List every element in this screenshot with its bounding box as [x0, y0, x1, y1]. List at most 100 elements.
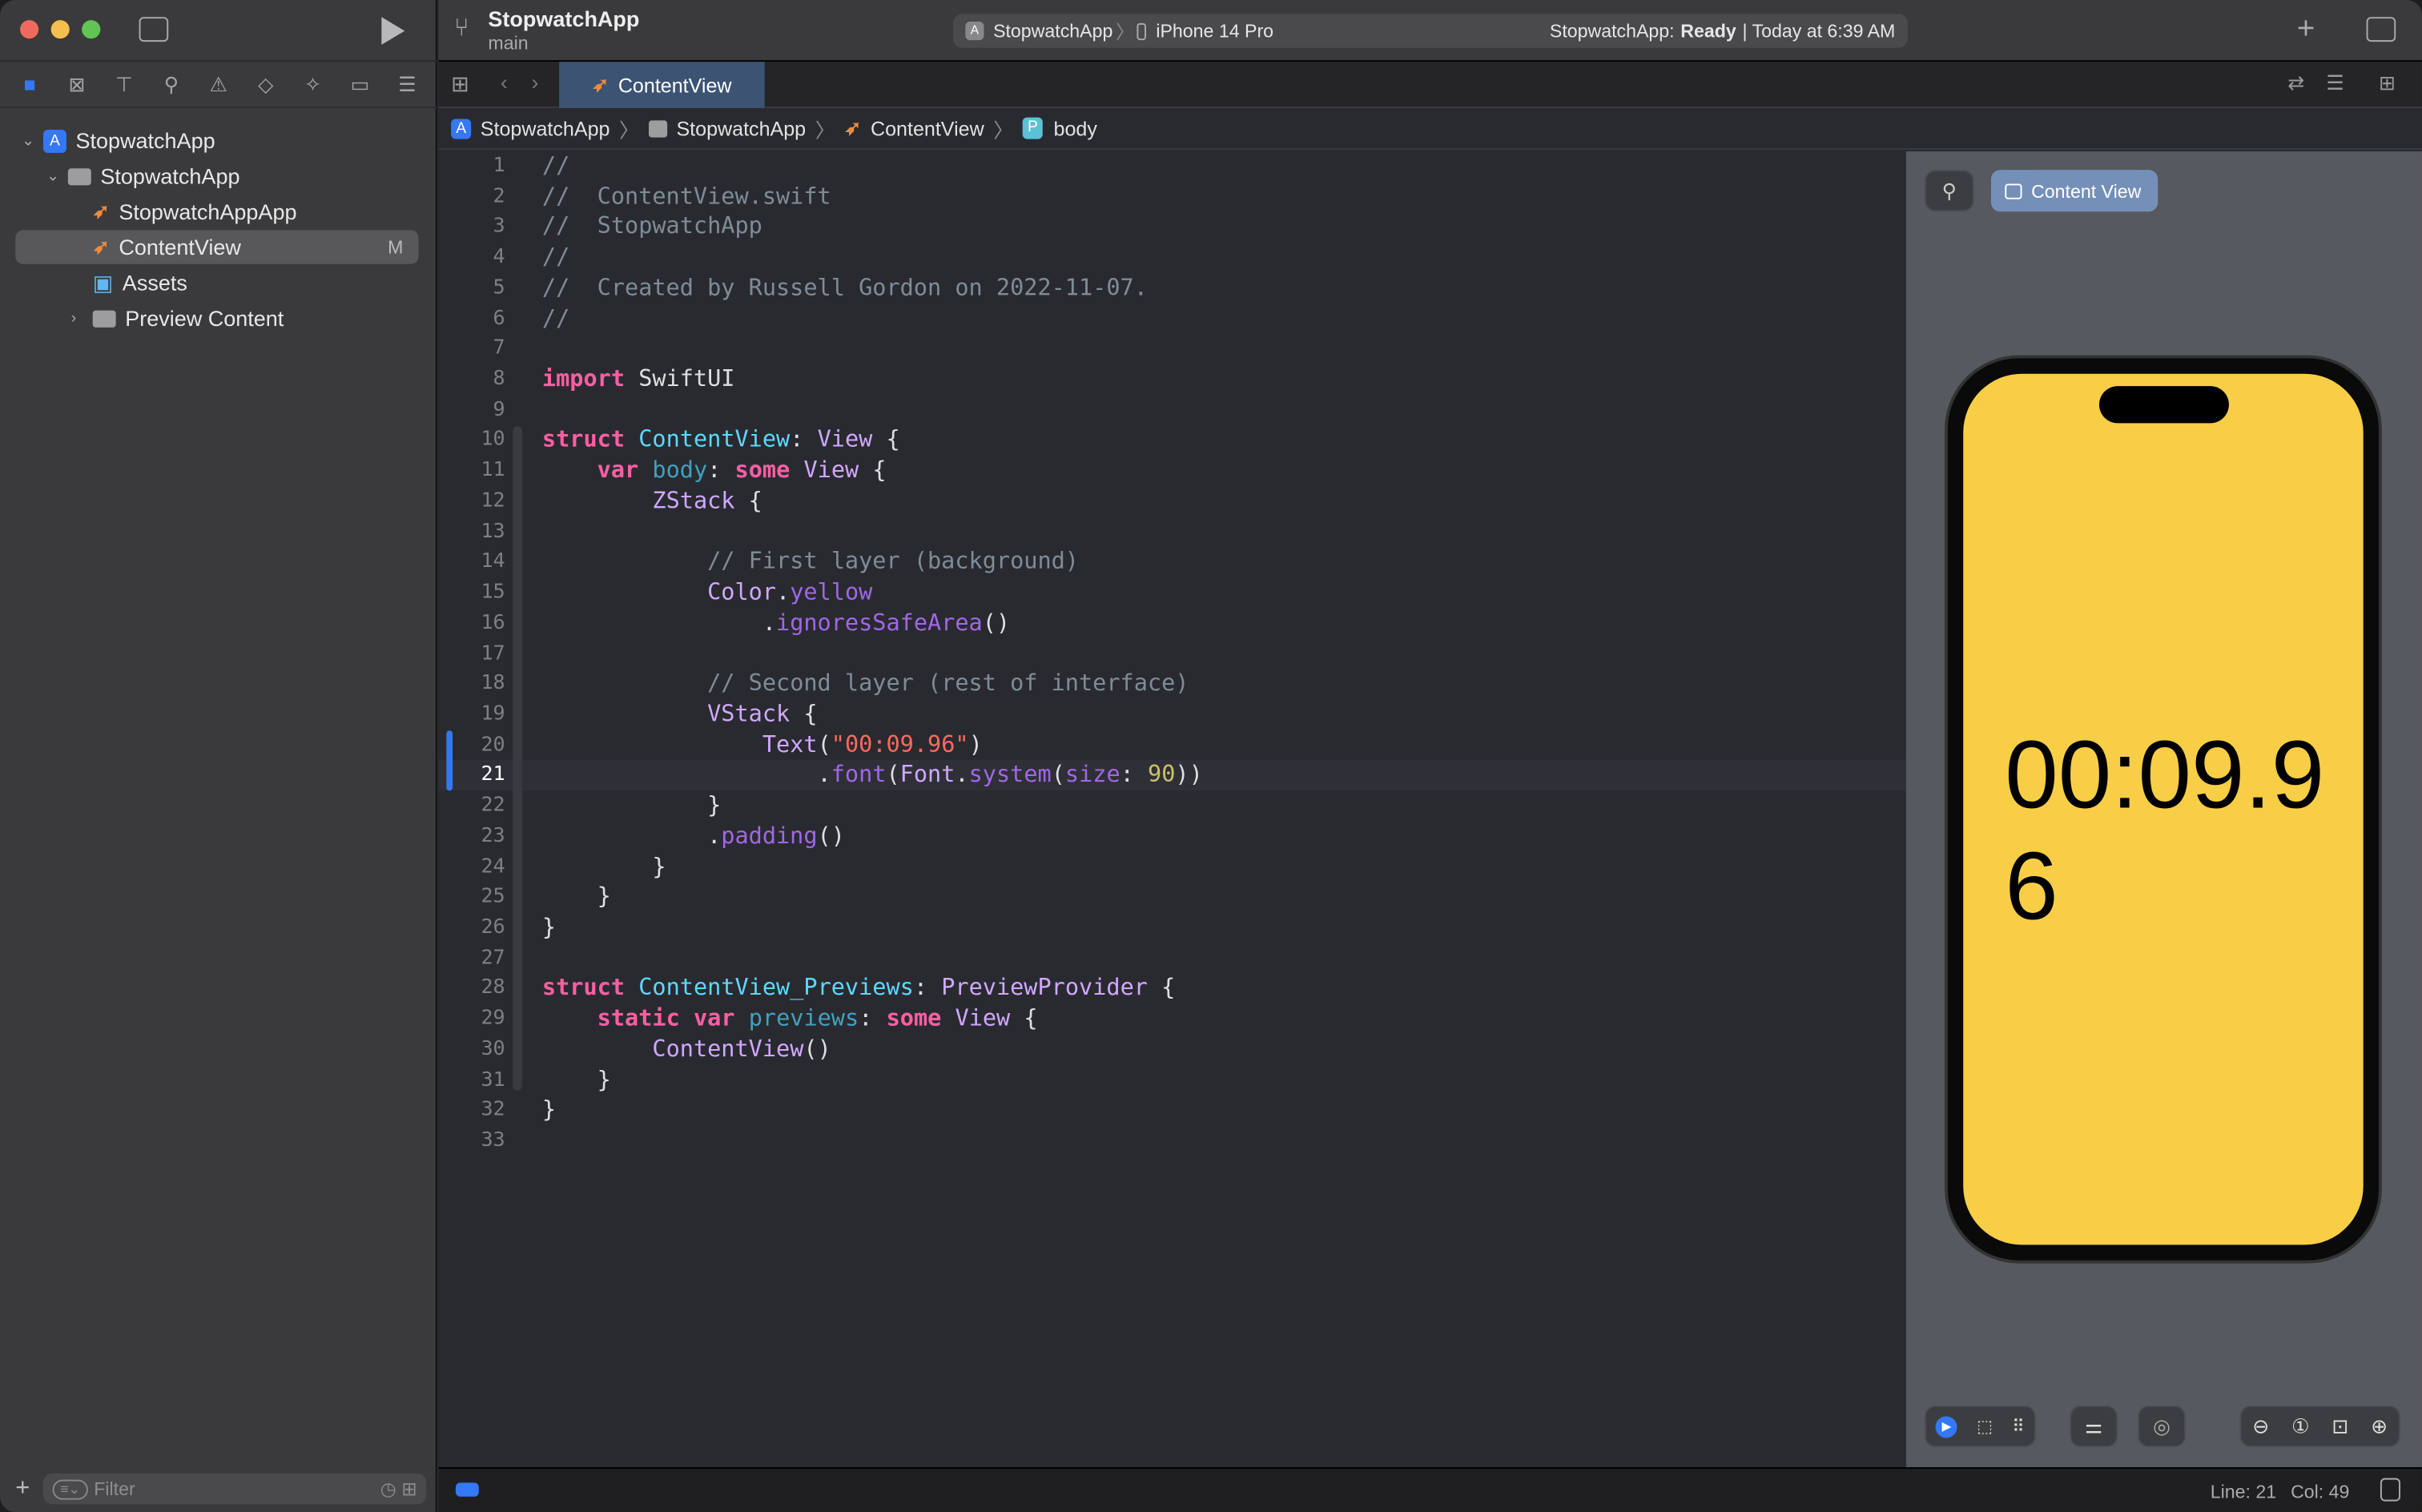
pin-icon[interactable]: ⚲ [1924, 170, 1974, 212]
code-line[interactable]: // StopwatchApp [542, 214, 762, 240]
scheme-name[interactable]: StopwatchApp [993, 20, 1112, 42]
tree-item[interactable]: ⌄ A StopwatchApp [15, 123, 418, 157]
code-line[interactable]: static var previews: some View { [542, 1006, 1038, 1032]
code-token: } [541, 914, 557, 941]
search-icon[interactable]: ⚲ [159, 72, 183, 97]
breakpoint-icon[interactable]: ▭ [348, 72, 372, 97]
code-line[interactable]: // [542, 305, 569, 332]
code-line[interactable]: // ContentView.swift [542, 183, 831, 210]
grid-icon[interactable]: ⊞ [451, 71, 469, 98]
add-icon[interactable]: + [15, 1475, 30, 1503]
add-editor-icon[interactable]: ⊞ [2379, 71, 2396, 96]
tree-item[interactable]: ➶ ContentView M [15, 230, 419, 264]
code-line[interactable]: struct ContentView_Previews: PreviewProv… [542, 975, 1175, 1002]
code-token: . [541, 762, 831, 789]
filter-field[interactable]: ≡⌄ Filter ◷ ⊞ [42, 1473, 427, 1505]
device-screen[interactable]: 00:09.96 [1963, 373, 2364, 1245]
code-line[interactable]: Color.yellow [542, 579, 872, 605]
minimize-button[interactable] [50, 20, 70, 39]
folder-navigator-icon[interactable]: ■ [18, 72, 42, 97]
tree-item[interactable]: › Preview Content [15, 301, 418, 335]
tab-label: ContentView [618, 73, 732, 97]
select-mode-icon[interactable]: ⬚ [1977, 1416, 1993, 1436]
inspector-toggle-icon[interactable] [2366, 17, 2396, 42]
code-line[interactable]: } [542, 1067, 611, 1093]
tab-contentview[interactable]: ➶ ContentView [559, 62, 765, 108]
code-line[interactable]: VStack { [542, 701, 817, 727]
preview-selector[interactable]: Content View [1990, 170, 2158, 212]
code-line[interactable]: .padding() [542, 823, 845, 850]
variants-icon[interactable]: ⠿ [2012, 1416, 2025, 1436]
close-button[interactable] [20, 20, 39, 39]
device-settings-icon[interactable]: ⚌ [2070, 1405, 2118, 1448]
code-line[interactable]: import SwiftUI [542, 366, 735, 392]
code-fold-ribbon[interactable] [513, 426, 522, 1091]
zoom-fit-icon[interactable]: ⊡ [2331, 1414, 2348, 1439]
code-token: ( [1051, 762, 1065, 789]
source-control-icon[interactable]: ⊠ [65, 72, 90, 97]
chevron-right-icon[interactable]: › [71, 310, 93, 327]
line-number: 23 [481, 824, 505, 848]
code-token: // [541, 244, 570, 271]
code-line[interactable]: Text("00:09.96") [542, 732, 983, 758]
code-line[interactable]: } [542, 1097, 556, 1124]
zoom-button[interactable] [82, 20, 101, 39]
forward-icon[interactable]: › [531, 70, 538, 94]
recent-icon[interactable]: ◷ ⊞ [380, 1478, 417, 1500]
sidebar-toggle-icon[interactable] [139, 17, 169, 42]
code-line[interactable]: // Second layer (rest of interface) [542, 670, 1189, 697]
hierarchy-icon[interactable]: ⊤ [112, 72, 137, 97]
breadcrumb-item[interactable]: body [1054, 117, 1097, 140]
tree-item[interactable]: ⌄ StopwatchApp [15, 159, 418, 193]
chevron-down-icon[interactable]: ⌄ [22, 132, 43, 149]
test-icon[interactable]: ◇ [253, 72, 278, 97]
filter-options-icon[interactable]: ≡⌄ [52, 1478, 88, 1499]
hide-debug-icon[interactable] [2380, 1478, 2400, 1502]
code-line[interactable]: .font(Font.system(size: 90)) [542, 762, 1203, 789]
breadcrumb-item[interactable]: StopwatchApp [676, 117, 806, 140]
tree-item[interactable]: ▣ Assets [15, 266, 418, 300]
code-line[interactable]: .ignoresSafeArea() [542, 609, 1010, 636]
code-line[interactable]: } [542, 915, 556, 941]
branch-name[interactable]: main [488, 32, 528, 54]
code-line[interactable]: } [542, 854, 666, 880]
scheme-status-bar[interactable]: A StopwatchApp 〉 iPhone 14 Pro Stopwatch… [952, 14, 1908, 48]
code-line[interactable]: } [542, 884, 611, 911]
zoom-out-icon[interactable]: ⊖ [2252, 1414, 2269, 1439]
debug-area-icon[interactable] [455, 1482, 479, 1497]
code-line[interactable]: ContentView() [542, 1036, 831, 1063]
tree-item[interactable]: ➶ StopwatchAppApp [15, 195, 418, 228]
code-line[interactable]: // [542, 244, 569, 271]
device-name[interactable]: iPhone 14 Pro [1156, 20, 1273, 42]
code-line[interactable]: struct ContentView: View { [542, 427, 900, 453]
zoom-100-icon[interactable]: ① [2291, 1414, 2309, 1439]
debug-icon[interactable]: ✧ [300, 72, 325, 97]
zoom-in-icon[interactable]: ⊕ [2371, 1414, 2388, 1439]
code-line[interactable]: // Created by Russell Gordon on 2022-11-… [542, 275, 1148, 301]
zoom-group: ⊖ ① ⊡ ⊕ [2239, 1405, 2400, 1448]
chevron-down-icon[interactable]: ⌄ [46, 167, 68, 184]
back-icon[interactable]: ‹ [501, 70, 508, 94]
code-editor[interactable]: 1 // 2 // ContentView.swift 3 // StopwatchApp… [438, 151, 1906, 1468]
code-line[interactable]: } [542, 793, 721, 819]
code-token: size [1064, 762, 1120, 789]
editor-options-icon[interactable]: ☰ [2326, 71, 2344, 96]
report-icon[interactable]: ☰ [395, 72, 420, 97]
code-line[interactable]: ZStack { [542, 488, 762, 514]
code-line[interactable]: // [542, 153, 569, 179]
code-line[interactable]: // First layer (background) [542, 549, 1079, 575]
run-button[interactable] [381, 17, 405, 45]
related-items-icon[interactable]: ⇄ [2287, 71, 2304, 96]
live-mode-icon[interactable]: ▶ [1935, 1415, 1957, 1438]
device-icon[interactable]: ◎ [2138, 1405, 2186, 1448]
dynamic-island [2098, 386, 2229, 424]
code-line[interactable]: var body: some View { [542, 457, 887, 484]
breadcrumb-item[interactable]: StopwatchApp [481, 117, 610, 140]
warning-icon[interactable]: ⚠ [206, 72, 231, 97]
breadcrumb-item[interactable]: ContentView [871, 117, 984, 140]
add-icon[interactable]: + [2297, 12, 2315, 47]
